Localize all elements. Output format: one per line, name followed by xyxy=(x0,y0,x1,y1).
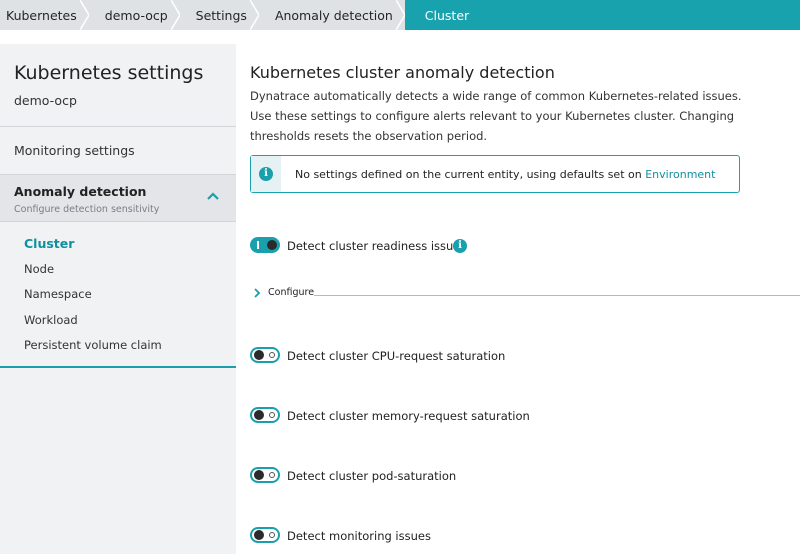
chevron-up-icon[interactable] xyxy=(206,191,220,201)
toggle-off-mark xyxy=(269,412,275,418)
info-banner-icon-area: i xyxy=(251,156,281,192)
configure-label: Configure xyxy=(268,287,315,298)
breadcrumb-label: Cluster xyxy=(424,7,470,23)
info-banner: i No settings defined on the current ent… xyxy=(250,155,740,193)
sidebar-title: Kubernetes settings xyxy=(14,62,204,84)
toggle-on-mark xyxy=(257,241,259,249)
toggle-knob xyxy=(254,470,264,480)
main-content: Kubernetes cluster anomaly detection Dyn… xyxy=(236,30,800,554)
breadcrumb: Kubernetes demo-ocp Settings Anomaly det… xyxy=(0,0,800,30)
breadcrumb-settings[interactable]: Settings xyxy=(179,0,260,30)
toggle-memory-request-saturation[interactable] xyxy=(250,407,280,423)
breadcrumb-demo-ocp[interactable]: demo-ocp xyxy=(88,0,181,30)
breadcrumb-label: Settings xyxy=(195,7,247,23)
toggle-label: Detect monitoring issues xyxy=(287,529,431,543)
toggle-label: Detect cluster pod-saturation xyxy=(287,469,457,483)
sidebar-item-persistent-volume-claim[interactable]: Persistent volume claim xyxy=(24,338,162,352)
sidebar: Kubernetes settings demo-ocp Monitoring … xyxy=(0,30,236,554)
section-title: Anomaly detection xyxy=(14,184,147,199)
toggle-cluster-readiness[interactable] xyxy=(250,237,280,253)
sidebar-subtitle: demo-ocp xyxy=(14,93,77,108)
breadcrumb-kubernetes[interactable]: Kubernetes xyxy=(0,0,90,30)
info-icon[interactable]: i xyxy=(453,239,467,253)
info-text: No settings defined on the current entit… xyxy=(295,167,646,181)
toggle-knob xyxy=(254,530,264,540)
breadcrumb-label: demo-ocp xyxy=(104,7,168,23)
toggle-knob xyxy=(254,410,264,420)
toggle-label: Detect cluster memory-request saturation xyxy=(287,409,530,423)
sidebar-top-band xyxy=(0,30,236,44)
divider xyxy=(314,295,800,296)
sidebar-section-anomaly-detection[interactable]: Anomaly detection Configure detection se… xyxy=(0,175,236,221)
sidebar-item-namespace[interactable]: Namespace xyxy=(24,287,92,301)
breadcrumb-label: Kubernetes xyxy=(6,7,77,23)
sidebar-item-node[interactable]: Node xyxy=(24,262,54,276)
page-description: Dynatrace automatically detects a wide r… xyxy=(250,89,742,143)
toggle-off-mark xyxy=(269,532,275,538)
toggle-knob xyxy=(267,240,277,250)
configure-expander[interactable]: Configure xyxy=(252,287,314,298)
divider xyxy=(0,126,236,127)
toggle-label: Detect cluster readiness issues xyxy=(287,239,467,253)
info-icon: i xyxy=(259,167,273,181)
toggle-monitoring-issues[interactable] xyxy=(250,527,280,543)
breadcrumb-current: Cluster xyxy=(404,0,800,30)
toggle-off-mark xyxy=(269,352,275,358)
sidebar-bottom-border xyxy=(0,366,236,368)
sidebar-item-cluster[interactable]: Cluster xyxy=(24,236,74,251)
sidebar-item-monitoring-settings[interactable]: Monitoring settings xyxy=(14,143,135,158)
section-subtitle: Configure detection sensitivity xyxy=(14,204,160,215)
info-banner-text: No settings defined on the current entit… xyxy=(281,168,715,181)
breadcrumb-label: Anomaly detection xyxy=(274,7,393,23)
sidebar-item-workload[interactable]: Workload xyxy=(24,313,78,327)
toggle-off-mark xyxy=(269,472,275,478)
page-title: Kubernetes cluster anomaly detection xyxy=(250,63,555,82)
toggle-label: Detect cluster CPU-request saturation xyxy=(287,349,506,363)
breadcrumb-anomaly-detection[interactable]: Anomaly detection xyxy=(258,0,406,30)
toggle-cpu-request-saturation[interactable] xyxy=(250,347,280,363)
toggle-knob xyxy=(254,350,264,360)
environment-link[interactable]: Environment xyxy=(645,168,715,181)
divider xyxy=(0,221,236,222)
toggle-pod-saturation[interactable] xyxy=(250,467,280,483)
chevron-right-icon xyxy=(254,287,261,298)
